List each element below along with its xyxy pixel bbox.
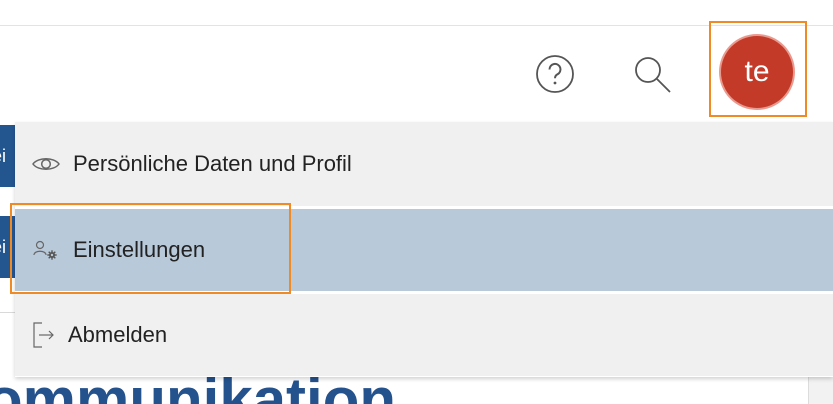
help-circle-icon [536,55,574,93]
menu-item-label: Abmelden [68,322,168,347]
menu-item-label: Persönliche Daten und Profil [73,151,352,176]
user-settings-icon [31,238,61,262]
menu-item-label: Einstellungen [73,237,206,262]
menu-item-profile[interactable]: Persönliche Daten und Profil [15,122,833,206]
background-tab-2[interactable]: ei [0,216,15,278]
menu-item-settings[interactable]: Einstellungen [15,209,833,291]
help-button[interactable] [534,53,576,95]
logout-icon [31,320,55,350]
search-icon [635,57,671,93]
menu-item-logout[interactable]: Abmelden [15,294,833,376]
background-divider [0,312,15,313]
user-dropdown-menu: Persönliche Daten und Profil Einstellung… [15,122,833,377]
avatar-button[interactable]: te [721,36,793,108]
search-button[interactable] [628,50,676,98]
background-tab-1[interactable]: ei [0,125,15,187]
eye-icon [31,154,61,174]
